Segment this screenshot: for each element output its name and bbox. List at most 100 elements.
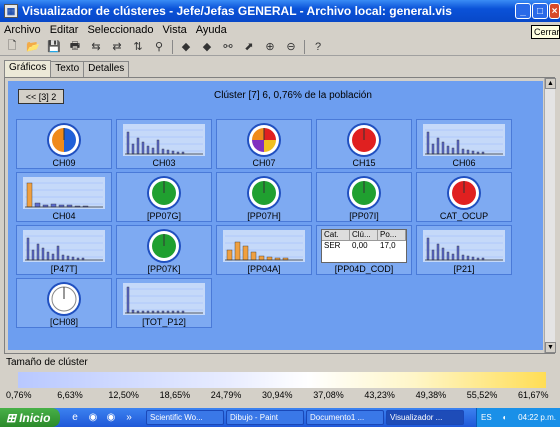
variable-cell[interactable]: [CH08] — [16, 278, 112, 328]
variable-cell[interactable]: [TOT_P12] — [116, 278, 212, 328]
taskbar: ⊞ Inicio e ◉ ◉ » Scientific Wo... Dibujo … — [0, 408, 560, 427]
variable-chart — [21, 228, 107, 264]
cluster-size-tick: 30,94% — [262, 390, 293, 400]
cluster-size-tick: 24,79% — [210, 390, 242, 400]
variable-cell[interactable]: [P47T] — [16, 225, 112, 275]
arrow-right-icon[interactable]: ◆ — [199, 40, 215, 54]
menu-editar[interactable]: Editar — [50, 24, 79, 36]
variable-chart — [121, 281, 207, 317]
sort-icon[interactable]: ⇅ — [130, 40, 146, 54]
help-icon[interactable]: ? — [310, 40, 326, 54]
variable-chart — [121, 175, 207, 211]
clock: 04:22 p.m. — [518, 413, 556, 422]
variable-cell[interactable]: CH09 — [16, 119, 112, 169]
variable-chart — [421, 228, 507, 264]
variable-chart — [321, 122, 407, 158]
firefox-icon[interactable]: ◉ — [86, 411, 100, 425]
ie-icon[interactable]: e — [68, 411, 82, 425]
filter-icon[interactable]: ⚲ — [151, 40, 167, 54]
zoom-out-icon[interactable]: ⊖ — [283, 40, 299, 54]
window-title: Visualizador de clústeres - Jefe/Jefas G… — [22, 4, 452, 18]
menu-archivo[interactable]: Archivo — [4, 24, 41, 36]
variable-label: [TOT_P12] — [142, 317, 186, 327]
minimize-button[interactable]: _ — [515, 3, 531, 19]
maximize-button[interactable]: □ — [532, 3, 548, 19]
refresh-icon[interactable]: ⇆ — [88, 40, 104, 54]
swap-icon[interactable]: ⇄ — [109, 40, 125, 54]
start-label: Inicio — [19, 410, 51, 425]
variable-cell[interactable]: [PP07H] — [216, 172, 312, 222]
variable-cell[interactable]: [PP07G] — [116, 172, 212, 222]
variable-chart — [21, 122, 107, 158]
variable-chart — [21, 281, 107, 317]
variable-cell[interactable]: Cat. Clú... Po... SER 0,00 17,0 [PP04D_COD] — [316, 225, 412, 275]
variable-cell[interactable]: [PP04A] — [216, 225, 312, 275]
cluster-size-tick: 61,67% — [518, 390, 549, 400]
binoculars-icon[interactable]: ⚯ — [220, 40, 236, 54]
mozilla-icon[interactable]: ◉ — [104, 411, 118, 425]
scroll-down-icon[interactable]: ▼ — [545, 342, 556, 353]
tab-strip: Gráficos Texto Detalles — [4, 60, 130, 77]
variable-label: CH06 — [452, 158, 476, 168]
system-tray: ES ◐ 04:22 p.m. — [476, 408, 560, 427]
chart-icon[interactable]: ⬈ — [241, 40, 257, 54]
arrow-left-icon[interactable]: ◆ — [178, 40, 194, 54]
variable-chart — [121, 228, 207, 264]
quick-launch: e ◉ ◉ » — [68, 411, 140, 425]
open-icon[interactable]: 📂 — [25, 40, 41, 54]
cluster-size-tick: 49,38% — [415, 390, 447, 400]
variable-label: [PP04A] — [247, 264, 281, 274]
cluster-size-tick: 55,52% — [466, 390, 498, 400]
variable-label: [PP07K] — [147, 264, 181, 274]
save-icon[interactable]: 💾 — [46, 40, 62, 54]
cluster-header: Clúster [7] 6, 0,76% de la población — [214, 90, 372, 101]
variable-cell[interactable]: [P21] — [416, 225, 512, 275]
zoom-in-icon[interactable]: ⊕ — [262, 40, 278, 54]
mini-table-header: Clú... — [350, 230, 378, 240]
language-indicator[interactable]: ES — [481, 413, 492, 422]
variable-chart — [221, 228, 307, 264]
start-button[interactable]: ⊞ Inicio — [0, 408, 60, 427]
previous-cluster-button[interactable]: << [3] 2 — [18, 89, 64, 104]
cluster-size-tick: 0,76% — [6, 390, 32, 400]
print-icon[interactable]: 🖶 — [67, 40, 83, 54]
variable-label: [P21] — [453, 264, 475, 274]
vertical-scrollbar[interactable]: ▲ ▼ — [544, 78, 556, 353]
task-scientific[interactable]: Scientific Wo... — [146, 410, 224, 425]
task-paint[interactable]: Dibujo - Paint — [226, 410, 304, 425]
menu-ayuda[interactable]: Ayuda — [196, 24, 227, 36]
network-icon[interactable]: ◐ — [503, 413, 508, 422]
close-button[interactable]: × — [549, 3, 560, 19]
scroll-up-icon[interactable]: ▲ — [545, 78, 556, 89]
toolbar: 🗋 📂 💾 🖶 ⇆ ⇄ ⇅ ⚲ ◆ ◆ ⚯ ⬈ ⊕ ⊖ ? — [0, 38, 560, 56]
cluster-size-tick: 12,50% — [108, 390, 139, 400]
variable-label: [PP07H] — [247, 211, 281, 221]
mini-table: Cat. Clú... Po... SER 0,00 17,0 — [321, 229, 407, 263]
variable-chart — [421, 122, 507, 158]
variable-cell[interactable]: CH06 — [416, 119, 512, 169]
menu-vista[interactable]: Vista — [163, 24, 187, 36]
variable-cell[interactable]: [PP07K] — [116, 225, 212, 275]
tab-texto[interactable]: Texto — [50, 61, 85, 77]
tab-detalles[interactable]: Detalles — [83, 61, 130, 77]
variable-label: CH04 — [52, 211, 76, 221]
toolbar-separator — [304, 39, 305, 54]
new-icon[interactable]: 🗋 — [4, 40, 20, 54]
menu-seleccionado[interactable]: Seleccionado — [87, 24, 153, 36]
variable-chart — [221, 122, 307, 158]
variable-cell[interactable]: CH03 — [116, 119, 212, 169]
mini-table-cell: 17,0 — [380, 241, 396, 250]
variable-cell[interactable]: [PP07I] — [316, 172, 412, 222]
variable-cell[interactable]: CH07 — [216, 119, 312, 169]
tab-graficos[interactable]: Gráficos — [4, 60, 52, 77]
variable-chart — [121, 122, 207, 158]
more-icon[interactable]: » — [122, 411, 136, 425]
task-visualizador[interactable]: Visualizador ... — [386, 410, 464, 425]
variable-cell[interactable]: CH04 — [16, 172, 112, 222]
variable-cell[interactable]: CAT_OCUP — [416, 172, 512, 222]
cluster-view: << [3] 2 Clúster [7] 6, 0,76% de la pobl… — [8, 81, 543, 350]
task-word[interactable]: Documento1 ... — [306, 410, 384, 425]
variable-cell[interactable]: CH15 — [316, 119, 412, 169]
variable-label: CH03 — [152, 158, 176, 168]
cluster-size-ticks: 0,76% 6,63% 12,50% 18,65% 24,79% 30,94% 37,08%… — [4, 390, 555, 402]
